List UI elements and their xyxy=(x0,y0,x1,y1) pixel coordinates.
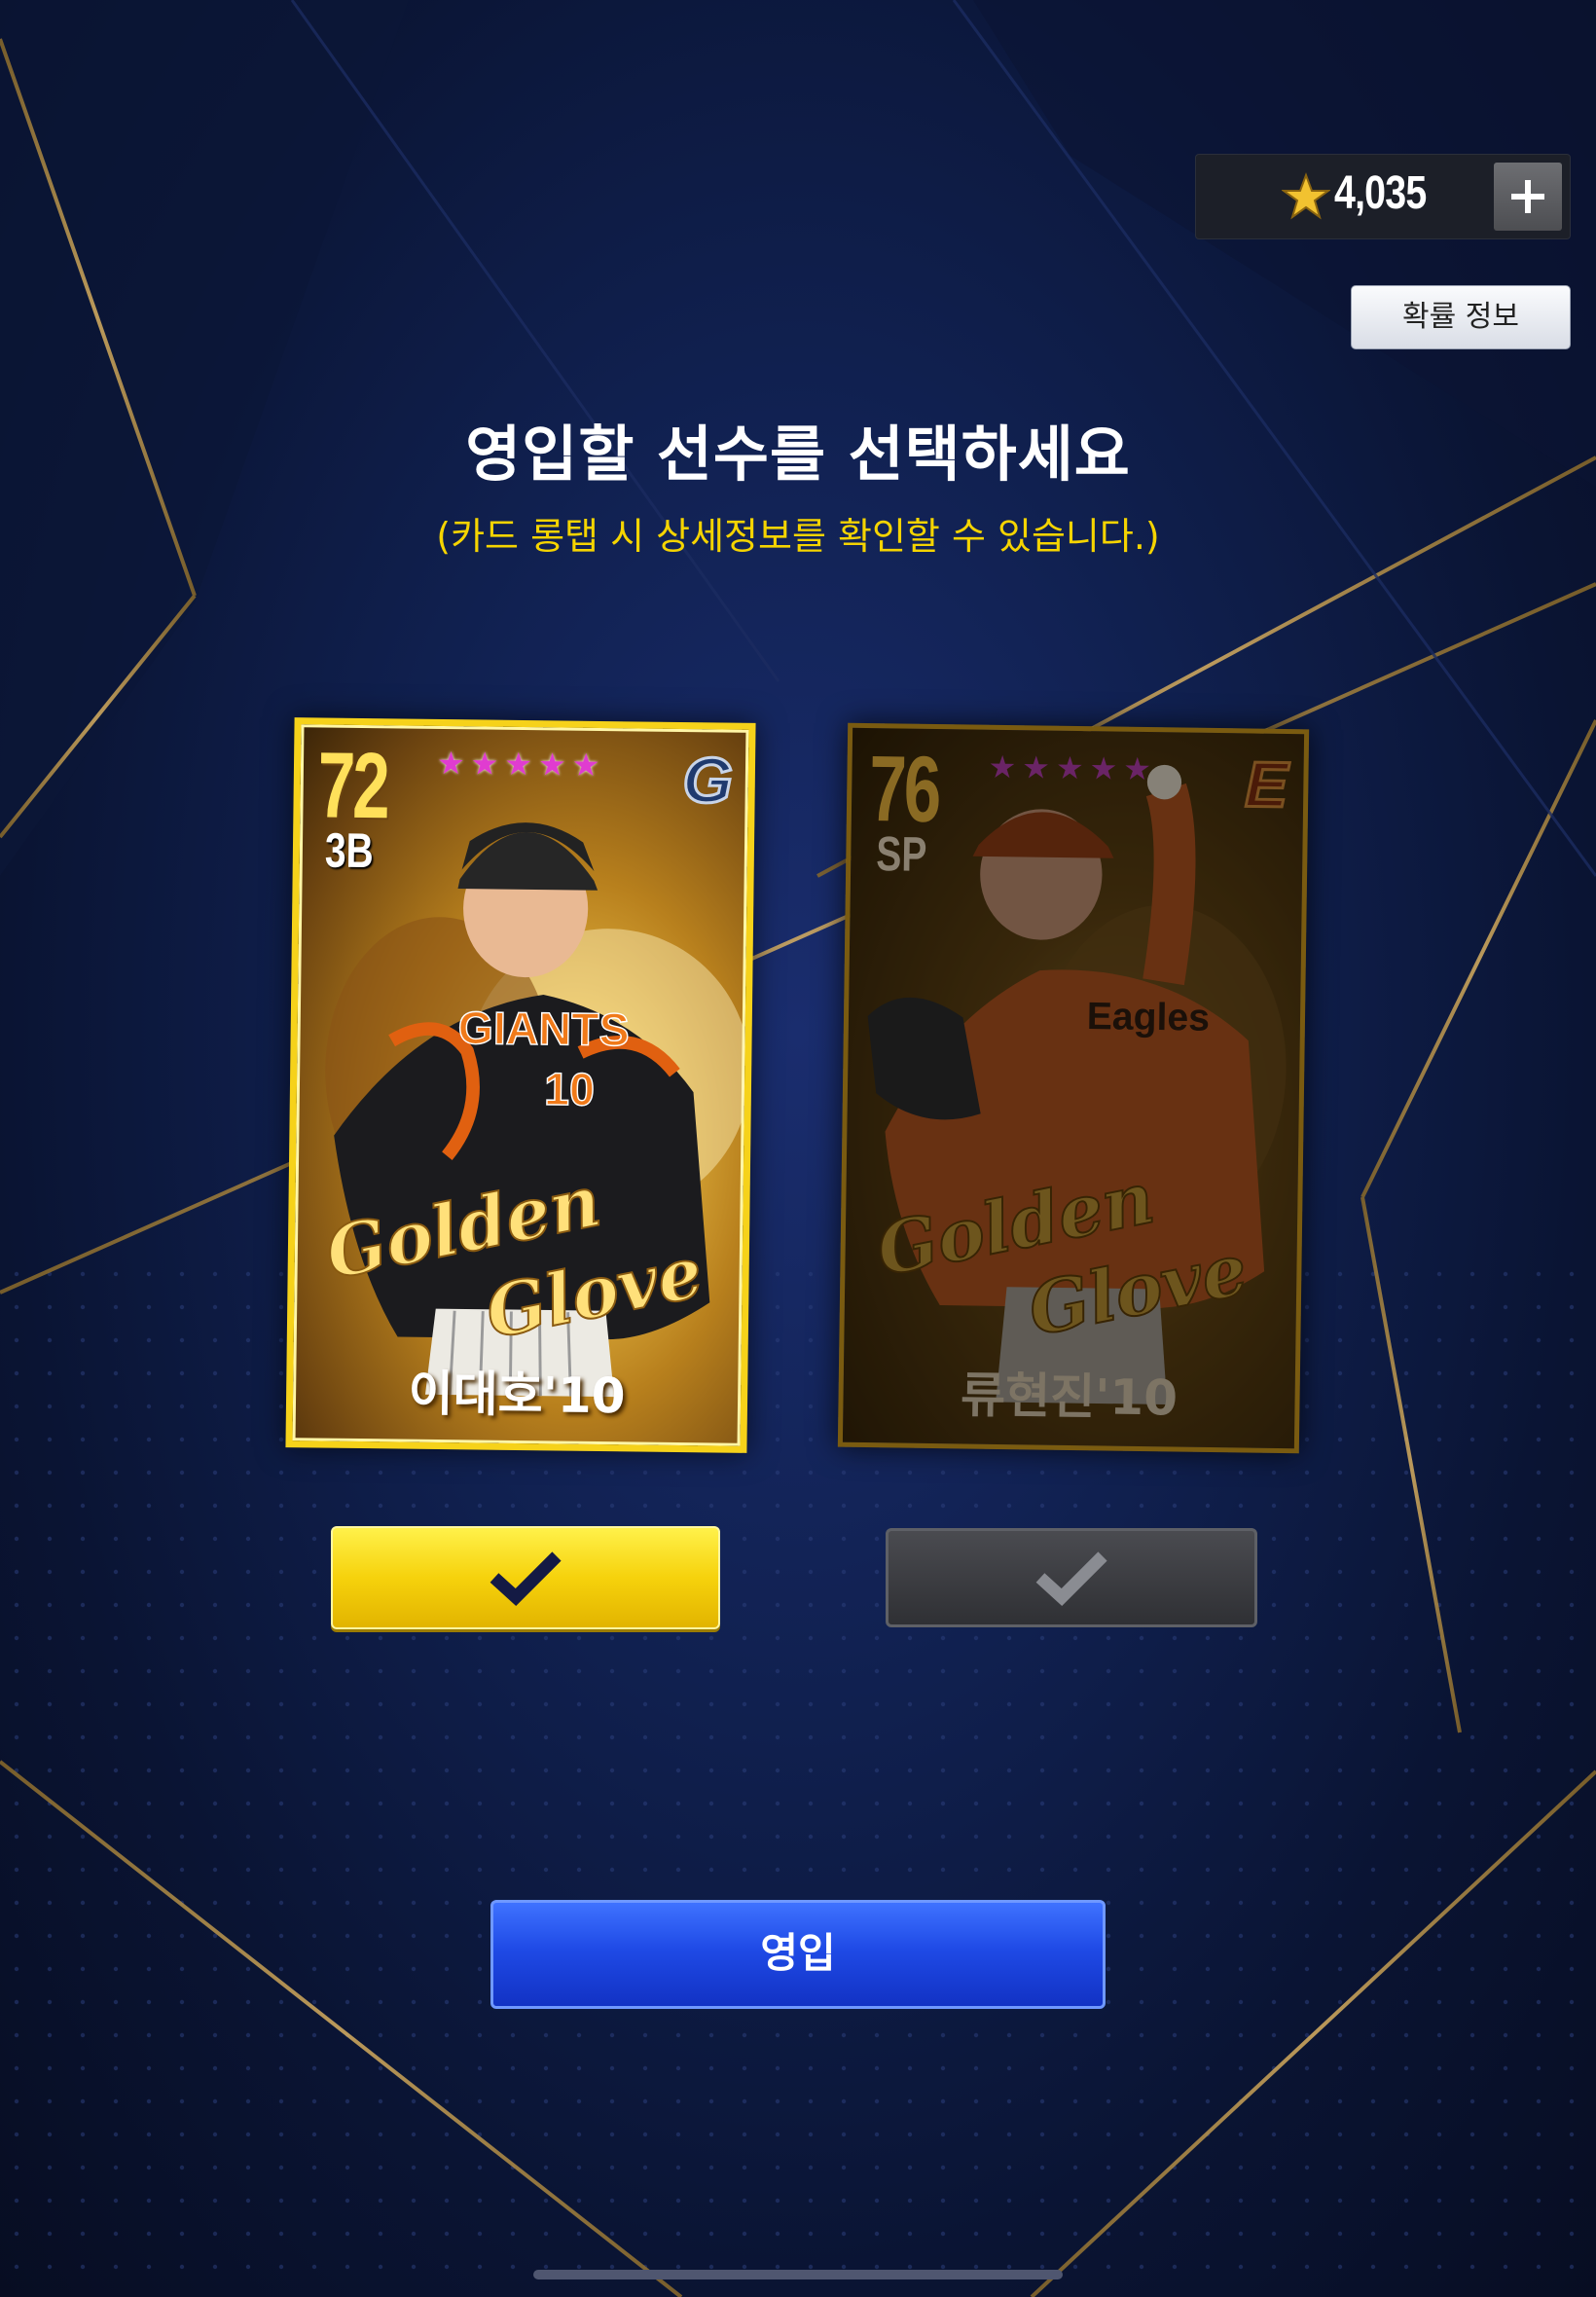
star-icon xyxy=(1282,172,1330,220)
probability-info-button[interactable]: 확률 정보 xyxy=(1351,285,1571,349)
page-title: 영입할 선수를 선택하세요 xyxy=(465,419,1131,490)
add-currency-button[interactable] xyxy=(1494,163,1562,231)
player-card-1[interactable]: GIANTS 10 Golden Glove 72 3B ★ ★ ★ ★ ★ G 이대호… xyxy=(285,717,756,1453)
star-icon: ★ xyxy=(988,747,1017,786)
star-icon: ★ xyxy=(504,745,533,784)
currency-amount: 4,035 xyxy=(1334,167,1427,219)
page-subtitle: (카드 롱탭 시 상세정보를 확인할 수 있습니다.) xyxy=(436,515,1160,558)
star-icon: ★ xyxy=(537,746,567,784)
star-icon: ★ xyxy=(1055,748,1084,787)
home-indicator[interactable] xyxy=(533,2270,1063,2279)
enlist-button[interactable]: 영입 xyxy=(490,1900,1106,2009)
select-card-1-button[interactable] xyxy=(331,1526,720,1629)
svg-text:GIANTS: GIANTS xyxy=(457,1003,630,1055)
checkmark-icon xyxy=(490,1551,562,1606)
player-card-2[interactable]: Eagles Golden Glove 76 SP ★ ★ ★ ★ ★ E 류현진'10 xyxy=(837,722,1310,1454)
giants-logo-icon: G xyxy=(681,743,735,819)
star-rating-2: ★ ★ ★ ★ ★ xyxy=(988,747,1152,788)
star-icon: ★ xyxy=(436,744,465,783)
player-name-2: 류현진'10 xyxy=(960,1367,1179,1427)
svg-text:10: 10 xyxy=(544,1064,595,1115)
star-rating-1: ★ ★ ★ ★ ★ xyxy=(436,744,600,784)
star-icon: ★ xyxy=(470,745,499,783)
currency-display: 4,035 xyxy=(1195,154,1571,239)
star-icon: ★ xyxy=(1022,748,1051,786)
player-position-1: 3B xyxy=(324,822,375,879)
star-icon: ★ xyxy=(571,746,600,784)
checkmark-icon xyxy=(1035,1551,1107,1606)
star-icon: ★ xyxy=(1123,749,1152,788)
star-icon: ★ xyxy=(1089,749,1118,787)
select-card-2-button[interactable] xyxy=(886,1528,1257,1627)
eagles-logo-icon: E xyxy=(1243,747,1289,822)
player-name-1: 이대호'10 xyxy=(408,1365,626,1425)
player-position-2: SP xyxy=(875,826,927,882)
